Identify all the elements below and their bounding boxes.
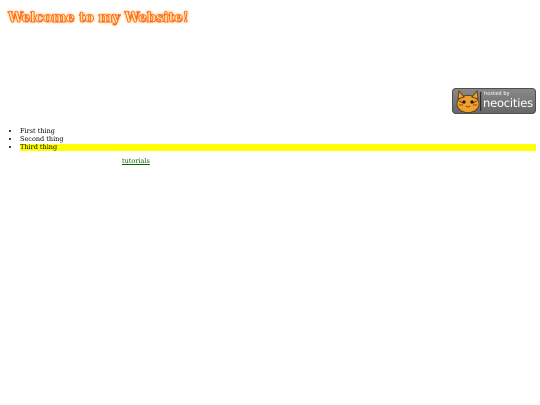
things-list: First thing Second thing Third thing: [8, 127, 536, 152]
page-title: Welcome to my Website!: [8, 10, 189, 27]
neocities-cat-icon: [456, 90, 482, 113]
tutorials-link[interactable]: tutorials: [122, 157, 150, 165]
badge-brand-text: neocities: [483, 96, 533, 110]
list-item: First thing: [20, 127, 536, 136]
list-item-highlighted: Third thing: [20, 143, 536, 152]
list-item: Second thing: [20, 135, 536, 144]
hosted-by-neocities-badge[interactable]: hosted by neocities: [452, 88, 536, 114]
